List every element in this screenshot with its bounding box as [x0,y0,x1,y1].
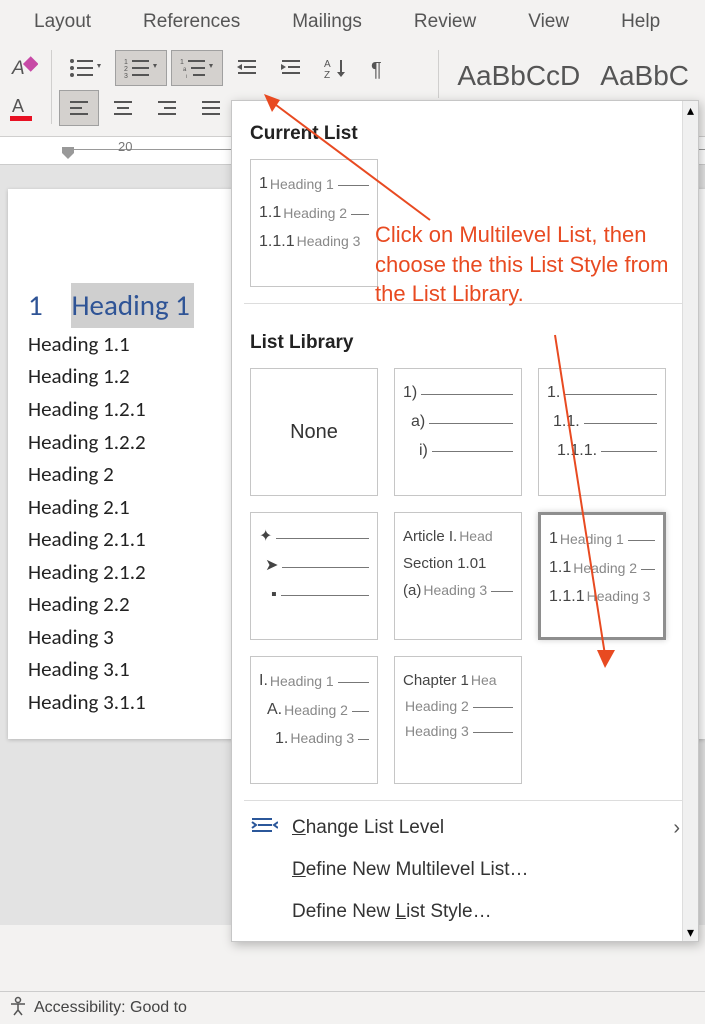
svg-text:A: A [12,96,24,116]
clear-format-button[interactable]: A [4,50,44,86]
tab-references[interactable]: References [117,11,266,33]
increase-indent-button[interactable] [271,50,311,86]
tab-help[interactable]: Help [595,11,686,33]
bullets-button[interactable] [59,50,111,86]
list-tile-heading-numeric[interactable]: 1Heading 1 1.1Heading 2 1.1.1Heading 3 [538,512,666,640]
list-tile-dotted[interactable]: 1. 1.1. 1.1.1. [538,368,666,496]
styles-panel: AaBbCcD AaBbC [438,50,701,98]
current-list-title: Current List [232,101,698,159]
define-multilevel-menu[interactable]: Define New Multilevel List… [232,849,698,891]
list-tile-roman[interactable]: I.Heading 1 A.Heading 2 1.Heading 3 [250,656,378,784]
annotation-text: Click on Multilevel List, then choose th… [375,220,695,309]
svg-text:¶: ¶ [371,59,382,79]
define-list-style-menu[interactable]: Define New List Style… [232,891,698,933]
align-right-button[interactable] [147,90,187,126]
style-sample-2[interactable]: AaBbC [594,54,695,98]
ribbon-tabs: Layout References Mailings Review View H… [0,0,705,44]
svg-text:i: i [186,74,187,80]
ruler-tick-20: 20 [118,139,132,154]
current-list-tile[interactable]: 1Heading 1 1.1Heading 2 1.1.1Heading 3 [250,159,378,287]
tab-review[interactable]: Review [388,11,502,33]
accessibility-icon[interactable] [8,996,28,1021]
svg-text:1: 1 [180,59,184,66]
status-bar: Accessibility: Good to [0,991,705,1024]
svg-text:Z: Z [324,70,330,79]
heading1-number: 1 [28,283,43,328]
tab-view[interactable]: View [502,11,595,33]
list-tile-none[interactable]: None [250,368,378,496]
list-tile-chapter[interactable]: Chapter 1Hea Heading 2 Heading 3 [394,656,522,784]
align-justify-button[interactable] [191,90,231,126]
list-library-title: List Library [232,310,698,368]
style-sample-1[interactable]: AaBbCcD [451,54,586,98]
scroll-up-icon[interactable]: ▴ [683,101,698,119]
list-tile-paren[interactable]: 1) a) i) [394,368,522,496]
list-tile-article[interactable]: Article I.Head Section 1.01 (a)Heading 3 [394,512,522,640]
svg-text:3: 3 [124,73,128,80]
pilcrow-button[interactable]: ¶ [359,50,399,86]
change-list-level-menu[interactable]: Change List Level › [232,807,698,849]
svg-text:2: 2 [124,66,128,73]
multilevel-list-button[interactable]: 1ai [171,50,223,86]
align-left-button[interactable] [59,90,99,126]
numbering-button[interactable]: 123 [115,50,167,86]
list-tile-bullets[interactable]: ✦ ➤ ▪ [250,512,378,640]
align-center-button[interactable] [103,90,143,126]
svg-text:A: A [11,58,25,79]
tab-mailings[interactable]: Mailings [266,11,388,33]
svg-text:A: A [324,59,331,70]
heading1-text: Heading 1 [71,283,193,328]
tab-layout[interactable]: Layout [8,11,117,33]
sort-button[interactable]: AZ [315,50,355,86]
svg-text:a: a [183,67,187,73]
svg-text:1: 1 [124,59,128,66]
accessibility-status-label[interactable]: Accessibility: Good to [34,999,187,1017]
indent-icon [250,815,278,841]
decrease-indent-button[interactable] [227,50,267,86]
chevron-right-icon: › [673,817,680,840]
font-color-button[interactable]: A [4,90,44,126]
